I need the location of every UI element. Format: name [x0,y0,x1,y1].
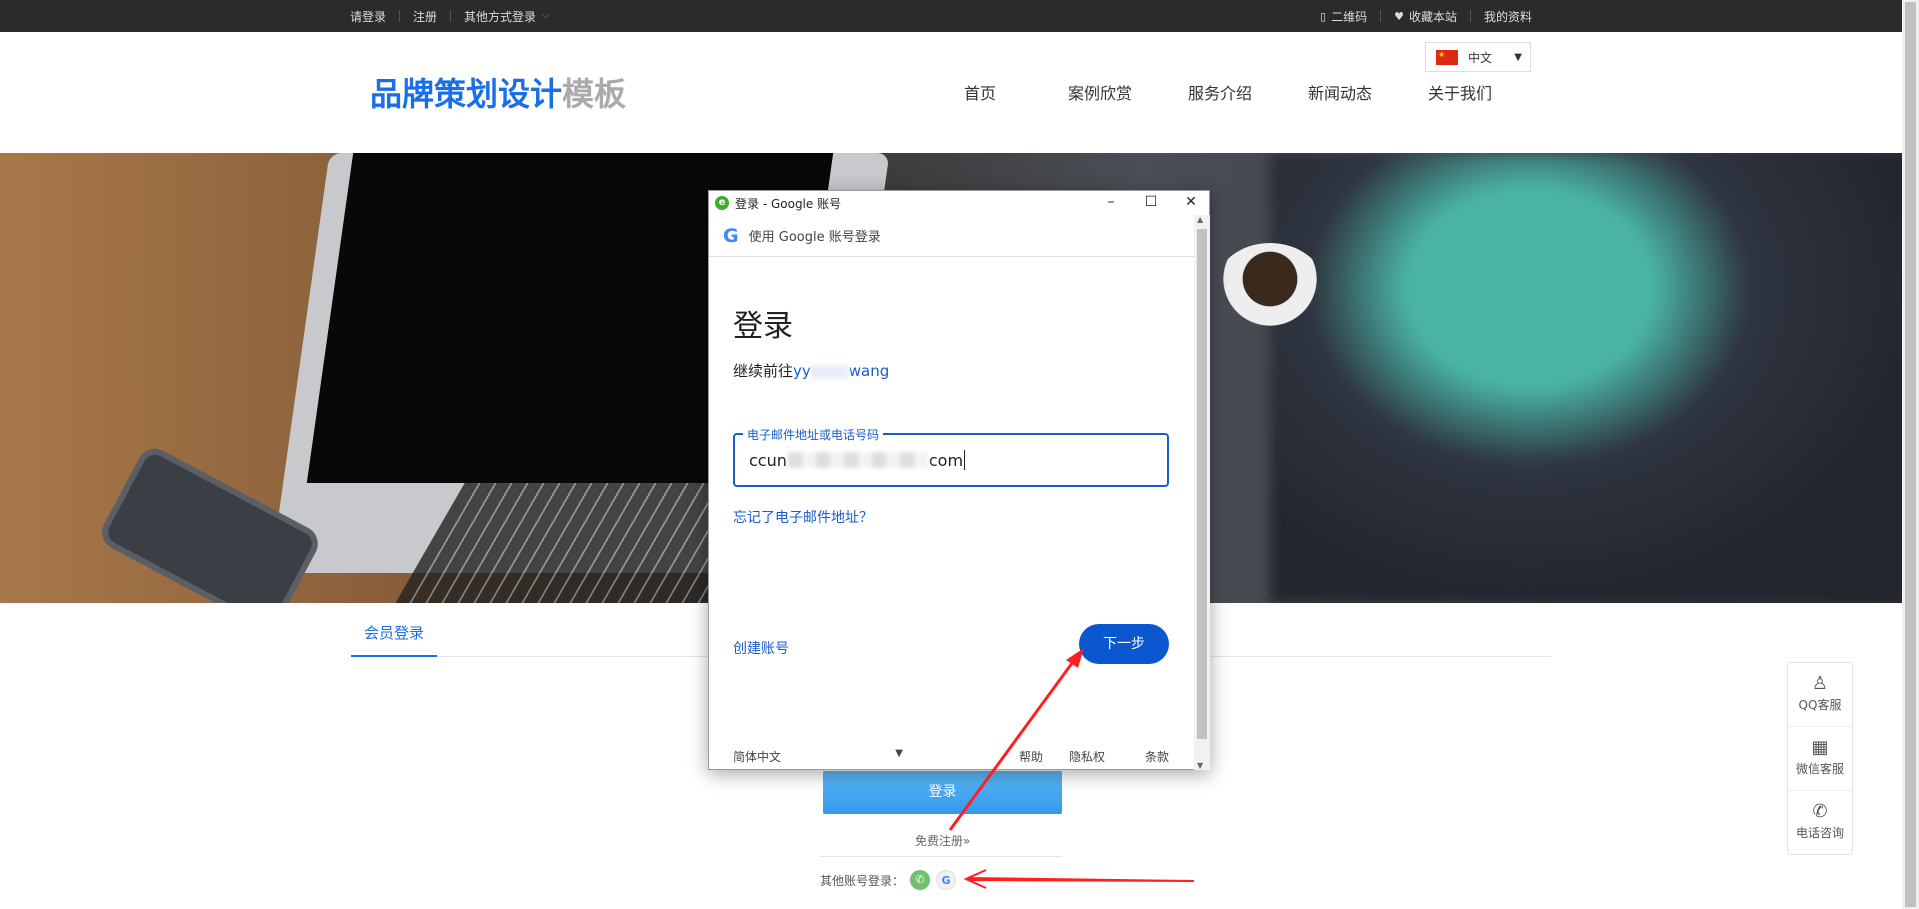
nav-item-cases[interactable]: 案例欣赏 [1040,80,1160,104]
header: 品牌策划设计模板 中文 ▼ 首页 案例欣赏 服务介绍 新闻动态 关于我们 [0,32,1902,153]
page-scrollbar-thumb[interactable] [1905,2,1916,907]
wechat-service-label: 微信客服 [1795,762,1844,776]
qrcode-label: 二维码 [1331,9,1368,24]
caret-down-icon: ▼ [895,748,903,759]
wechat-icon[interactable]: ✆ [910,870,931,890]
banner-coffee-cup [1215,243,1325,333]
email-field-value: ccun com [749,450,966,470]
favorite-link[interactable]: ♥ 收藏本站 [1394,8,1457,25]
minimize-icon[interactable]: – [1091,191,1131,215]
free-register-link[interactable]: 免费注册» [915,832,970,849]
other-account-login: 其他账号登录： ✆ G [820,870,957,890]
top-bar-right: ▯ 二维码 ♥ 收藏本站 我的资料 [1320,0,1532,32]
continue-app-link[interactable]: yy wang [793,362,889,380]
nav-item-news[interactable]: 新闻动态 [1280,80,1400,104]
footer-privacy-link[interactable]: 隐私权 [1069,748,1105,765]
site-logo[interactable]: 品牌策划设计模板 [370,69,626,115]
favorite-label: 收藏本站 [1408,9,1457,24]
email-value-start: ccun [749,450,787,470]
arrow-to-google-login [963,869,1195,889]
phone-service-button[interactable]: ✆ 电话咨询 [1788,791,1852,855]
nav-item-home[interactable]: 首页 [920,80,1040,104]
email-value-end: com [928,450,964,470]
divider [399,10,401,22]
close-icon[interactable]: ✕ [1171,191,1211,215]
grid-icon: ▦ [1811,737,1829,758]
main-nav: 首页 案例欣赏 服务介绍 新闻动态 关于我们 [920,80,1520,104]
text-cursor [964,450,966,470]
forgot-email-link[interactable]: 忘记了电子邮件地址？ [733,507,873,527]
popup-scrollbar[interactable]: ▲ ▼ [1194,215,1210,770]
scroll-down-icon[interactable]: ▼ [1197,761,1203,770]
redacted-mask [810,364,849,379]
chevron-down-icon: ⌵ [542,11,549,21]
page-scrollbar[interactable] [1902,0,1919,909]
language-label: 中文 [1468,50,1493,65]
google-header: G 使用 Google 账号登录 [709,215,1194,257]
nav-item-services[interactable]: 服务介绍 [1160,80,1280,104]
google-login-popup: e 登录 - Google 账号 – ☐ ✕ G 使用 Google 账号登录 … [708,190,1210,770]
logo-text-gray: 模板 [562,75,627,113]
create-account-link[interactable]: 创建账号 [733,638,789,658]
continue-prefix: 继续前往 [733,362,794,380]
footer-help-link[interactable]: 帮助 [1019,748,1043,765]
email-field[interactable]: 电子邮件地址或电话号码 ccun com [733,426,1169,487]
register-link[interactable]: 注册 [413,8,437,25]
member-login-button[interactable]: 登录 [823,771,1062,814]
popup-titlebar: e 登录 - Google 账号 – ☐ ✕ [709,191,1209,215]
logo-text-blue: 品牌策划设计 [370,75,563,113]
google-icon[interactable]: G [936,870,957,890]
divider [1380,10,1382,22]
side-service-panel: ♙ QQ客服 ▦ 微信客服 ✆ 电话咨询 [1787,662,1853,855]
signin-heading: 登录 [733,309,793,344]
login-link[interactable]: 请登录 [350,8,386,25]
nav-item-about[interactable]: 关于我们 [1400,80,1520,104]
app-name-end: wang [848,362,890,380]
profile-link[interactable]: 我的资料 [1484,8,1532,25]
china-flag-icon [1436,49,1458,65]
top-bar: 请登录 注册 其他方式登录 ⌵ ▯ 二维码 ♥ 收藏本站 我的资料 [0,0,1902,32]
other-login-label: 其他方式登录 [464,9,537,24]
phone-service-label: 电话咨询 [1795,826,1844,840]
language-selector[interactable]: 中文 ▼ [1425,42,1531,72]
divider [1469,10,1471,22]
qq-service-button[interactable]: ♙ QQ客服 [1788,663,1852,727]
phone-icon: ▯ [1320,9,1327,23]
popup-scrollbar-thumb[interactable] [1197,229,1207,739]
email-field-label: 电子邮件地址或电话号码 [743,426,884,443]
divider [450,10,452,22]
footer-language-select[interactable]: 简体中文 ▼ [733,748,903,765]
other-login-dropdown[interactable]: 其他方式登录 ⌵ [464,8,549,25]
google-header-text: 使用 Google 账号登录 [748,230,881,245]
qrcode-link[interactable]: ▯ 二维码 [1320,8,1367,25]
heart-icon: ♥ [1394,9,1404,23]
divider [820,856,1062,857]
qq-icon: ♙ [1811,673,1829,694]
popup-title: 登录 - Google 账号 [735,196,842,211]
footer-language-label: 简体中文 [733,750,782,764]
footer-terms-link[interactable]: 条款 [1145,748,1169,765]
popup-body: 登录 继续前往yy wang 电子邮件地址或电话号码 ccun com 忘记了电子邮… [709,257,1194,769]
maximize-icon[interactable]: ☐ [1131,191,1171,215]
scroll-up-icon[interactable]: ▲ [1197,215,1203,224]
qq-service-label: QQ客服 [1798,698,1842,712]
google-logo-icon: G [723,224,739,247]
top-bar-left: 请登录 注册 其他方式登录 ⌵ [350,0,549,32]
next-button[interactable]: 下一步 [1079,624,1169,664]
continue-to-text: 继续前往yy wang [733,360,889,381]
other-account-label: 其他账号登录： [820,873,905,888]
caret-down-icon: ▼ [1514,51,1522,63]
banner-person [1270,153,1902,603]
phone-icon: ✆ [1812,801,1828,822]
wechat-service-button[interactable]: ▦ 微信客服 [1788,727,1852,791]
tab-member-login[interactable]: 会员登录 [351,615,437,657]
redacted-mask [787,452,928,468]
browser-icon: e [715,196,729,210]
app-name-start: yy [793,362,811,380]
